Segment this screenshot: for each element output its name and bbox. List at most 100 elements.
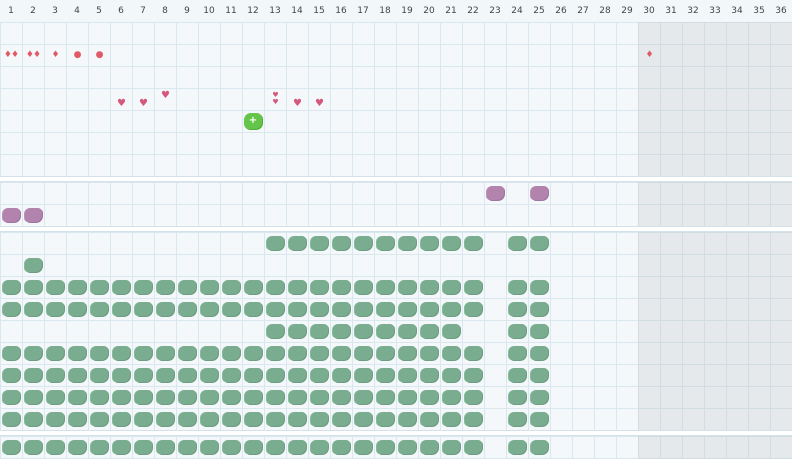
green-plant-cell[interactable]	[506, 408, 528, 430]
green-plant-cell[interactable]	[418, 276, 440, 298]
marker-cell[interactable]: ♥ ♥	[264, 88, 286, 110]
green-plant-cell[interactable]	[418, 342, 440, 364]
green-plant-cell[interactable]	[462, 364, 484, 386]
green-plant-cell[interactable]	[88, 342, 110, 364]
selected-plant-cell[interactable]: +	[242, 110, 264, 132]
green-plant-cell[interactable]	[286, 364, 308, 386]
green-plant-cell[interactable]	[374, 436, 396, 458]
green-plant-cell[interactable]	[264, 364, 286, 386]
green-plant-cell[interactable]	[154, 408, 176, 430]
green-plant-cell[interactable]	[462, 342, 484, 364]
green-plant-cell[interactable]	[462, 298, 484, 320]
green-plant-cell[interactable]	[506, 436, 528, 458]
green-plant-cell[interactable]	[396, 232, 418, 254]
green-plant-cell[interactable]	[418, 320, 440, 342]
green-plant-cell[interactable]	[352, 232, 374, 254]
green-plant-cell[interactable]	[110, 276, 132, 298]
green-plant-cell[interactable]	[22, 342, 44, 364]
green-plant-cell[interactable]	[176, 408, 198, 430]
green-plant-cell[interactable]	[264, 408, 286, 430]
green-plant-cell[interactable]	[286, 436, 308, 458]
green-plant-cell[interactable]	[22, 386, 44, 408]
green-plant-cell[interactable]	[396, 386, 418, 408]
green-plant-cell[interactable]	[286, 386, 308, 408]
green-plant-cell[interactable]	[66, 386, 88, 408]
green-plant-cell[interactable]	[528, 386, 550, 408]
green-plant-cell[interactable]	[132, 408, 154, 430]
green-plant-cell[interactable]	[22, 408, 44, 430]
green-plant-cell[interactable]	[330, 436, 352, 458]
green-plant-cell[interactable]	[440, 436, 462, 458]
green-plant-cell[interactable]	[132, 276, 154, 298]
green-plant-cell[interactable]	[0, 408, 22, 430]
green-plant-cell[interactable]	[506, 342, 528, 364]
green-plant-cell[interactable]	[88, 298, 110, 320]
green-plant-cell[interactable]	[66, 342, 88, 364]
green-plant-cell[interactable]	[0, 276, 22, 298]
green-plant-cell[interactable]	[176, 436, 198, 458]
green-plant-cell[interactable]	[110, 408, 132, 430]
green-plant-cell[interactable]	[44, 364, 66, 386]
green-plant-cell[interactable]	[440, 342, 462, 364]
marker-cell[interactable]: ♦	[638, 44, 660, 66]
green-plant-cell[interactable]	[528, 364, 550, 386]
green-plant-cell[interactable]	[242, 408, 264, 430]
green-plant-cell[interactable]	[440, 408, 462, 430]
green-plant-cell[interactable]	[286, 342, 308, 364]
green-plant-cell[interactable]	[374, 386, 396, 408]
green-plant-cell[interactable]	[374, 276, 396, 298]
green-plant-cell[interactable]	[88, 436, 110, 458]
green-plant-cell[interactable]	[396, 436, 418, 458]
green-plant-cell[interactable]	[22, 364, 44, 386]
green-plant-cell[interactable]	[22, 276, 44, 298]
green-plant-cell[interactable]	[0, 298, 22, 320]
green-plant-cell[interactable]	[396, 342, 418, 364]
green-plant-cell[interactable]	[198, 364, 220, 386]
green-plant-cell[interactable]	[110, 436, 132, 458]
green-plant-cell[interactable]	[44, 276, 66, 298]
green-plant-cell[interactable]	[176, 364, 198, 386]
marker-cell[interactable]: ♥	[308, 92, 330, 114]
green-plant-cell[interactable]	[220, 436, 242, 458]
green-plant-cell[interactable]	[22, 436, 44, 458]
green-plant-cell[interactable]	[88, 364, 110, 386]
green-plant-cell[interactable]	[418, 436, 440, 458]
green-plant-cell[interactable]	[220, 342, 242, 364]
green-plant-cell[interactable]	[0, 364, 22, 386]
green-plant-cell[interactable]	[132, 342, 154, 364]
green-plant-cell[interactable]	[418, 364, 440, 386]
green-plant-cell[interactable]	[198, 298, 220, 320]
green-plant-cell[interactable]	[198, 408, 220, 430]
green-plant-cell[interactable]	[66, 436, 88, 458]
purple-plant-cell[interactable]	[0, 204, 22, 226]
green-plant-cell[interactable]	[44, 342, 66, 364]
green-plant-cell[interactable]	[528, 342, 550, 364]
green-plant-cell[interactable]	[242, 364, 264, 386]
green-plant-cell[interactable]	[220, 276, 242, 298]
green-plant-cell[interactable]	[528, 436, 550, 458]
purple-plant-cell[interactable]	[22, 204, 44, 226]
green-plant-cell[interactable]	[264, 232, 286, 254]
green-plant-cell[interactable]	[528, 320, 550, 342]
green-plant-cell[interactable]	[418, 386, 440, 408]
green-plant-cell[interactable]	[352, 436, 374, 458]
green-plant-cell[interactable]	[44, 408, 66, 430]
green-plant-cell[interactable]	[264, 298, 286, 320]
green-plant-cell[interactable]	[154, 342, 176, 364]
green-plant-cell[interactable]	[330, 342, 352, 364]
green-plant-cell[interactable]	[374, 364, 396, 386]
green-plant-cell[interactable]	[22, 254, 44, 276]
green-plant-cell[interactable]	[418, 298, 440, 320]
green-plant-cell[interactable]	[220, 408, 242, 430]
green-plant-cell[interactable]	[308, 276, 330, 298]
green-plant-cell[interactable]	[286, 276, 308, 298]
green-plant-cell[interactable]	[0, 342, 22, 364]
green-plant-cell[interactable]	[374, 342, 396, 364]
green-plant-cell[interactable]	[242, 298, 264, 320]
green-plant-cell[interactable]	[440, 232, 462, 254]
marker-cell[interactable]: ♥	[132, 92, 154, 114]
green-plant-cell[interactable]	[330, 386, 352, 408]
green-plant-cell[interactable]	[132, 386, 154, 408]
green-plant-cell[interactable]	[506, 232, 528, 254]
green-plant-cell[interactable]	[528, 408, 550, 430]
